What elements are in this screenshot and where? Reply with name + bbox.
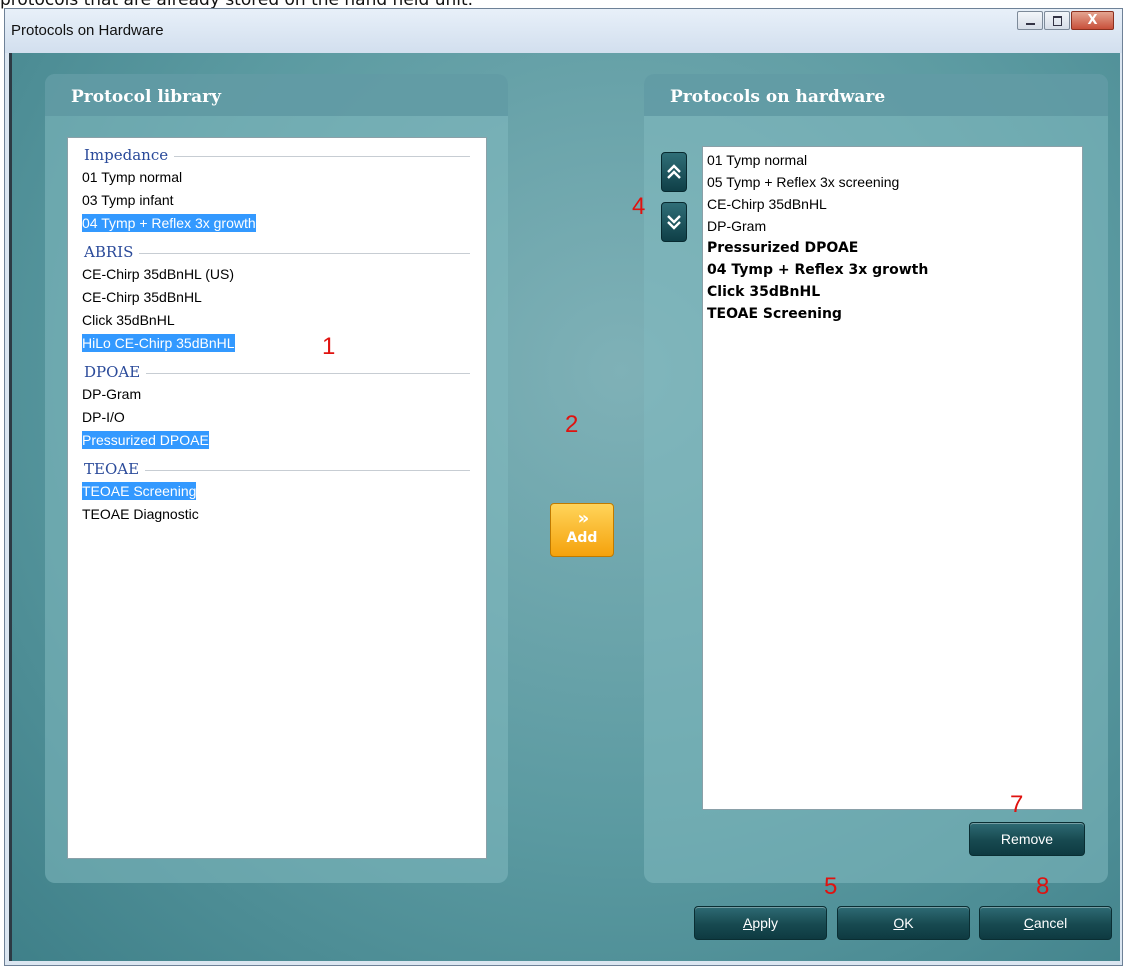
library-item-label: DP-I/O <box>82 409 125 425</box>
cancel-button[interactable]: Cancel <box>979 906 1112 940</box>
apply-label: pply <box>752 915 779 931</box>
library-item-label: 04 Tymp + Reflex 3x growth <box>82 214 256 232</box>
cancel-mnemonic: C <box>1023 915 1034 931</box>
library-item[interactable]: 03 Tymp infant <box>68 189 486 212</box>
library-item-label: CE-Chirp 35dBnHL (US) <box>82 266 234 282</box>
protocols-on-hardware-list[interactable]: 01 Tymp normal 05 Tymp + Reflex 3x screen… <box>702 146 1083 810</box>
hardware-item[interactable]: 05 Tymp + Reflex 3x screening <box>703 171 1082 193</box>
library-item-label: Pressurized DPOAE <box>82 431 209 449</box>
library-group-header: ABRIS <box>68 241 486 263</box>
library-item[interactable]: CE-Chirp 35dBnHL (US) <box>68 263 486 286</box>
library-group-label: Impedance <box>84 146 175 164</box>
close-icon: X <box>1087 13 1098 28</box>
hardware-item[interactable]: Pressurized DPOAE <box>703 237 1082 259</box>
library-item[interactable]: CE-Chirp 35dBnHL <box>68 286 486 309</box>
library-item-label: TEOAE Diagnostic <box>82 506 199 522</box>
minimize-icon <box>1026 23 1035 25</box>
library-item-label: CE-Chirp 35dBnHL <box>82 289 202 305</box>
protocols-on-hardware-window: Protocols on Hardware X Protocol library… <box>4 8 1123 966</box>
library-item-label: TEOAE Screening <box>82 482 197 500</box>
add-button[interactable]: » Add <box>550 503 614 557</box>
callout-5: 5 <box>824 873 838 900</box>
protocols-on-hardware-title: Protocols on hardware <box>670 87 886 107</box>
callout-2: 2 <box>565 411 579 438</box>
chevron-right-icon: » <box>577 508 590 529</box>
library-item-label: DP-Gram <box>82 386 142 402</box>
hardware-item[interactable]: TEOAE Screening <box>703 303 1082 325</box>
ok-mnemonic: O <box>893 915 905 931</box>
hardware-item[interactable]: CE-Chirp 35dBnHL <box>703 193 1082 215</box>
library-group-label: DPOAE <box>84 363 147 381</box>
callout-4: 4 <box>632 193 646 220</box>
library-group-label: ABRIS <box>84 243 140 261</box>
library-item[interactable]: HiLo CE-Chirp 35dBnHL <box>68 332 486 355</box>
library-item[interactable]: TEOAE Screening <box>68 480 486 503</box>
maximize-button[interactable] <box>1044 11 1070 30</box>
library-item[interactable]: Click 35dBnHL <box>68 309 486 332</box>
hardware-item[interactable]: DP-Gram <box>703 215 1082 237</box>
close-button[interactable]: X <box>1071 11 1114 30</box>
library-item[interactable]: TEOAE Diagnostic <box>68 503 486 526</box>
library-group-header: TEOAE <box>68 458 486 480</box>
minimize-button[interactable] <box>1017 11 1043 30</box>
double-chevron-up-icon <box>667 164 681 179</box>
dialog-client-area: Protocol library Impedance 01 Tymp normal… <box>9 53 1120 961</box>
apply-button[interactable]: Apply <box>694 906 827 940</box>
protocols-on-hardware-header: Protocols on hardware <box>644 74 1108 116</box>
protocol-library-title: Protocol library <box>71 87 221 107</box>
move-down-button[interactable] <box>661 202 687 242</box>
library-item[interactable]: Pressurized DPOAE <box>68 429 486 452</box>
protocols-on-hardware-panel: Protocols on hardware 01 Tymp normal 05 T… <box>644 74 1108 883</box>
window-controls: X <box>1016 11 1114 30</box>
callout-7: 7 <box>1010 791 1024 818</box>
protocol-library-panel: Protocol library Impedance 01 Tymp normal… <box>45 74 508 883</box>
add-button-label: Add <box>566 530 598 546</box>
move-up-button[interactable] <box>661 152 687 192</box>
apply-mnemonic: A <box>742 915 753 931</box>
hardware-item[interactable]: 04 Tymp + Reflex 3x growth <box>703 259 1082 281</box>
library-group-header: DPOAE <box>68 361 486 383</box>
window-title: Protocols on Hardware <box>11 22 164 39</box>
callout-8: 8 <box>1036 873 1050 900</box>
library-group-header: Impedance <box>68 144 486 166</box>
protocol-library-header: Protocol library <box>45 74 508 116</box>
cancel-label: ancel <box>1033 915 1068 931</box>
library-group-label: TEOAE <box>84 460 146 478</box>
library-item-label: 01 Tymp normal <box>82 169 183 185</box>
title-bar[interactable]: Protocols on Hardware X <box>5 9 1122 53</box>
ok-button[interactable]: OK <box>837 906 970 940</box>
hardware-item[interactable]: 01 Tymp normal <box>703 149 1082 171</box>
hardware-item[interactable]: Click 35dBnHL <box>703 281 1082 303</box>
library-item-label: HiLo CE-Chirp 35dBnHL <box>82 334 235 352</box>
library-item[interactable]: DP-I/O <box>68 406 486 429</box>
maximize-icon <box>1053 16 1062 26</box>
protocol-library-list[interactable]: Impedance 01 Tymp normal 03 Tymp infant 04 … <box>67 137 487 859</box>
library-item[interactable]: 01 Tymp normal <box>68 166 486 189</box>
library-item[interactable]: DP-Gram <box>68 383 486 406</box>
library-item-label: 03 Tymp infant <box>82 192 174 208</box>
remove-button[interactable]: Remove <box>969 822 1085 856</box>
group-divider <box>84 253 470 254</box>
double-chevron-down-icon <box>667 215 681 230</box>
library-item[interactable]: 04 Tymp + Reflex 3x growth <box>68 212 486 235</box>
callout-1: 1 <box>322 333 336 360</box>
ok-label: K <box>904 915 914 931</box>
library-item-label: Click 35dBnHL <box>82 312 175 328</box>
